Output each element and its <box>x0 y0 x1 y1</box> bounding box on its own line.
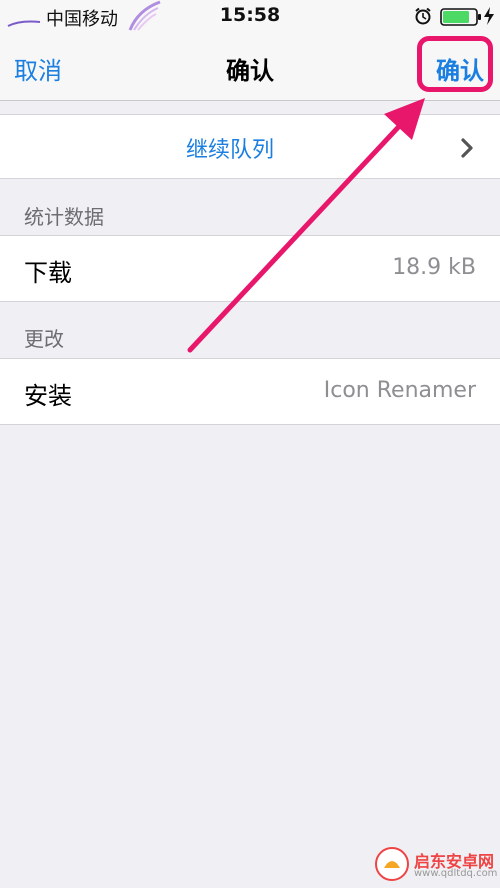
watermark-url: www.qdltdq.com <box>414 868 498 879</box>
watermark: 启东安卓网 www.qdltdq.com <box>374 846 498 884</box>
annotation-arrow <box>187 98 425 353</box>
watermark-logo-icon <box>375 847 409 881</box>
